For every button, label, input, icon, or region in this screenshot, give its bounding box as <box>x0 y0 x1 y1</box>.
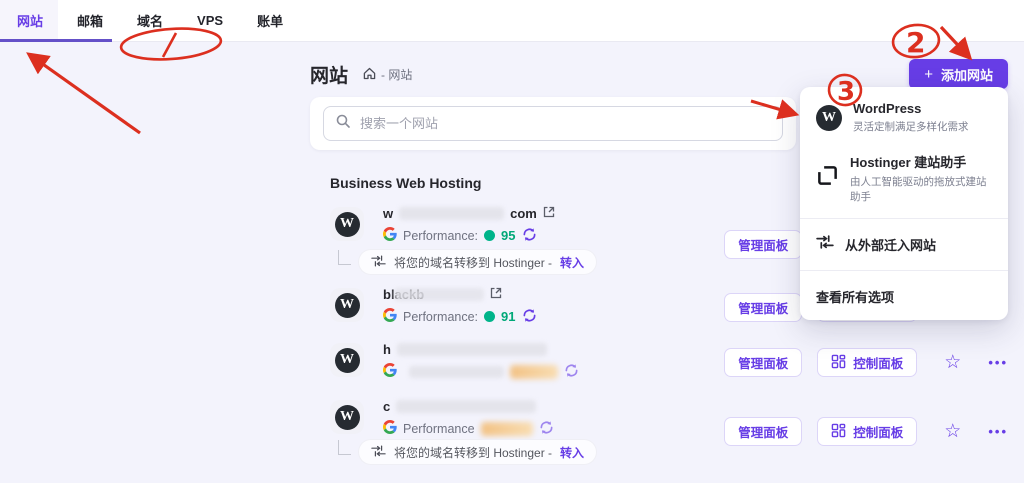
add-website-dropdown: W WordPress 灵活定制满足多样化需求 Hostinger 建站助手 由… <box>800 87 1008 320</box>
dropdown-item-migrate-website[interactable]: 从外部迁入网站 <box>800 224 1008 265</box>
performance-status-dot <box>484 311 495 322</box>
hpanel-websites-page: 网站 邮箱 域名 VPS 账单 网站 - 网站 + 添加网站 Business <box>0 0 1024 483</box>
hostinger-builder-icon <box>816 164 839 192</box>
site-domain[interactable]: w com <box>383 205 555 221</box>
nav-tab-email[interactable]: 邮箱 <box>77 11 103 30</box>
control-panel-button[interactable]: 控制面板 <box>817 348 917 377</box>
favorite-star-icon[interactable]: ☆ <box>944 353 961 372</box>
favorite-star-icon[interactable]: ☆ <box>944 422 961 441</box>
redacted-domain <box>399 207 504 220</box>
grid-icon <box>831 354 846 372</box>
wordpress-icon: W <box>330 207 364 241</box>
more-options-icon[interactable]: ••• <box>988 424 1008 439</box>
grid-icon <box>831 423 846 441</box>
manage-panel-button[interactable]: 管理面板 <box>724 293 802 322</box>
page-title: 网站 <box>310 61 348 88</box>
wordpress-icon: W <box>330 400 364 434</box>
external-link-icon[interactable] <box>543 206 555 221</box>
divider <box>800 218 1008 219</box>
external-link-icon[interactable] <box>490 287 502 302</box>
transfer-arrows-icon <box>371 255 386 270</box>
performance-status-dot <box>484 230 495 241</box>
tree-connector <box>338 250 351 265</box>
nav-tab-websites[interactable]: 网站 <box>17 11 43 30</box>
more-options-icon[interactable]: ••• <box>988 355 1008 370</box>
nav-tab-billing[interactable]: 账单 <box>257 11 283 30</box>
site-row-4: W c Performance 管理面板 控制面板 <box>330 400 1008 470</box>
breadcrumb-current: - 网站 <box>381 66 412 83</box>
refresh-icon[interactable] <box>522 227 537 245</box>
add-website-button[interactable]: + 添加网站 <box>909 59 1008 89</box>
redacted-domain <box>397 343 547 356</box>
transfer-in-link[interactable]: 转入 <box>560 254 584 271</box>
dropdown-item-see-all-options[interactable]: 查看所有选项 <box>800 276 1008 320</box>
google-icon <box>383 308 397 325</box>
google-icon <box>383 420 397 437</box>
search-input[interactable] <box>360 116 771 131</box>
dropdown-item-wordpress[interactable]: W WordPress 灵活定制满足多样化需求 <box>800 92 1008 143</box>
google-icon <box>383 227 397 244</box>
google-icon <box>383 363 397 380</box>
site-domain[interactable]: blackb <box>383 286 537 302</box>
redacted-performance <box>409 366 504 378</box>
plus-icon: + <box>924 66 933 83</box>
site-domain[interactable]: c <box>383 398 554 414</box>
transfer-in-link[interactable]: 转入 <box>560 444 584 461</box>
performance-line: Performance: 91 <box>383 309 537 324</box>
performance-line: Performance <box>383 421 554 436</box>
tree-connector <box>338 440 351 455</box>
dropdown-item-website-builder[interactable]: Hostinger 建站助手 由人工智能驱动的拖放式建站助手 <box>800 143 1008 213</box>
wordpress-icon: W <box>816 105 842 131</box>
home-icon[interactable] <box>363 67 376 83</box>
migrate-arrows-icon <box>816 235 834 254</box>
breadcrumb: - 网站 <box>363 66 412 83</box>
annotation-arrow-1 <box>30 55 140 133</box>
redacted-domain <box>394 288 484 301</box>
top-navigation: 网站 邮箱 域名 VPS 账单 <box>0 0 1024 42</box>
performance-score: 95 <box>501 228 515 243</box>
performance-score: 91 <box>501 309 515 324</box>
refresh-icon[interactable] <box>564 363 579 381</box>
divider <box>800 270 1008 271</box>
redacted-domain <box>396 400 536 413</box>
performance-line <box>383 364 579 379</box>
wordpress-icon: W <box>330 288 364 322</box>
manage-panel-button[interactable]: 管理面板 <box>724 417 802 446</box>
control-panel-button[interactable]: 控制面板 <box>817 417 917 446</box>
redacted-score <box>510 365 558 379</box>
transfer-arrows-icon <box>371 445 386 460</box>
search-bar[interactable] <box>323 106 783 141</box>
site-domain[interactable]: h <box>383 341 579 357</box>
refresh-icon[interactable] <box>539 420 554 438</box>
transfer-domain-banner: 将您的域名转移到 Hostinger - 转入 <box>359 440 596 464</box>
active-tab-indicator <box>0 39 112 42</box>
performance-line: Performance: 95 <box>383 228 555 243</box>
redacted-score <box>481 422 533 436</box>
search-icon <box>335 113 351 134</box>
hosting-plan-section-title: Business Web Hosting <box>330 175 481 191</box>
transfer-domain-banner: 将您的域名转移到 Hostinger - 转入 <box>359 250 596 274</box>
manage-panel-button[interactable]: 管理面板 <box>724 348 802 377</box>
refresh-icon[interactable] <box>522 308 537 326</box>
nav-tab-vps[interactable]: VPS <box>197 13 223 28</box>
wordpress-icon: W <box>330 343 364 377</box>
manage-panel-button[interactable]: 管理面板 <box>724 230 802 259</box>
search-card <box>310 97 796 150</box>
nav-tab-domains[interactable]: 域名 <box>137 11 163 30</box>
